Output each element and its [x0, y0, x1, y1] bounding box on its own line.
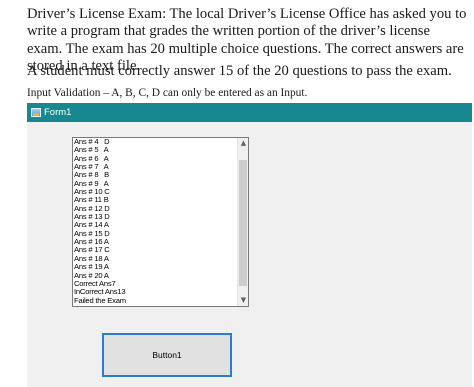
- list-item[interactable]: Ans # 15 D: [74, 230, 236, 238]
- listbox-scrollbar[interactable]: ▲ ▼: [237, 138, 248, 306]
- listbox-items: Ans # 4 D Ans # 5 A Ans # 6 A Ans # 7 A Ans …: [74, 138, 236, 305]
- list-item[interactable]: Ans # 7 A: [74, 163, 236, 171]
- button1[interactable]: Button1: [102, 333, 232, 377]
- list-item[interactable]: Ans # 11 B: [74, 196, 236, 204]
- list-item[interactable]: Ans # 19 A: [74, 263, 236, 271]
- list-item[interactable]: Ans # 8 B: [74, 171, 236, 179]
- input-validation-note: Input Validation – A, B, C, D can only b…: [27, 87, 308, 99]
- list-item[interactable]: Failed the Exam: [74, 297, 236, 305]
- form-window: Form1 Ans # 4 D Ans # 5 A Ans # 6 A Ans # 7…: [27, 103, 472, 387]
- list-item[interactable]: Ans # 12 D: [74, 205, 236, 213]
- list-item[interactable]: Correct Ans7: [74, 280, 236, 288]
- form-app-icon: [31, 108, 41, 117]
- list-item[interactable]: Ans # 6 A: [74, 155, 236, 163]
- list-item[interactable]: Ans # 9 A: [74, 180, 236, 188]
- form-title: Form1: [44, 107, 72, 118]
- list-item[interactable]: Ans # 5 A: [74, 146, 236, 154]
- chevron-up-icon[interactable]: ▲: [238, 138, 249, 149]
- list-item[interactable]: Ans # 16 A: [74, 238, 236, 246]
- question-paragraph-2: A student must correctly answer 15 of th…: [27, 63, 452, 79]
- list-item[interactable]: InCorrect Ans13: [74, 288, 236, 296]
- list-item[interactable]: Ans # 20 A: [74, 272, 236, 280]
- list-item[interactable]: Ans # 13 D: [74, 213, 236, 221]
- answers-listbox[interactable]: Ans # 4 D Ans # 5 A Ans # 6 A Ans # 7 A Ans …: [72, 137, 249, 307]
- list-item[interactable]: Ans # 10 C: [74, 188, 236, 196]
- list-item[interactable]: Ans # 17 C: [74, 246, 236, 254]
- form-title-bar[interactable]: Form1: [27, 103, 472, 122]
- list-item[interactable]: Ans # 18 A: [74, 255, 236, 263]
- scrollbar-thumb[interactable]: [239, 160, 247, 286]
- list-item[interactable]: Ans # 4 D: [74, 138, 236, 146]
- list-item[interactable]: Ans # 14 A: [74, 221, 236, 229]
- chevron-down-icon[interactable]: ▼: [238, 295, 249, 306]
